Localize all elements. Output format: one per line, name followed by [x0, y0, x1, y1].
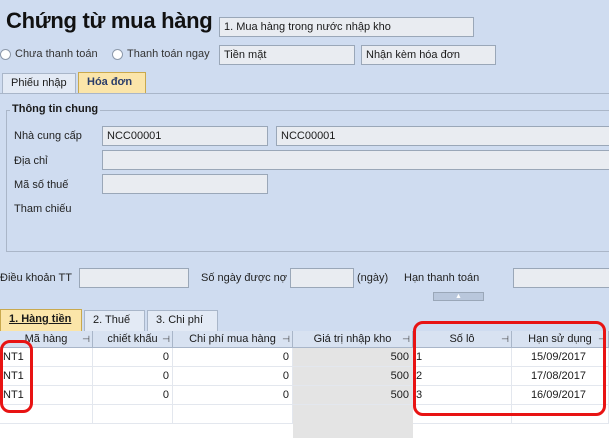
- highlight-item-code-box: [0, 340, 33, 413]
- cell-stock-value: 500: [293, 348, 413, 367]
- col-header-discount[interactable]: chiết khấu ⊣: [93, 331, 173, 348]
- col-header-label: Chi phí mua hàng: [189, 333, 276, 345]
- tab-goods[interactable]: 1. Hàng tiền: [0, 309, 82, 331]
- purchase-type-select[interactable]: 1. Mua hàng trong nước nhập kho: [219, 17, 474, 37]
- address-field[interactable]: [102, 150, 609, 170]
- col-header-stock-value[interactable]: Giá trị nhập kho ⊣: [293, 331, 413, 348]
- pin-icon[interactable]: ⊣: [282, 331, 290, 347]
- tab-receipt[interactable]: Phiếu nhập: [2, 73, 76, 94]
- pin-icon[interactable]: ⊣: [82, 331, 90, 347]
- address-label: Địa chỉ: [14, 155, 48, 167]
- general-info-title: Thông tin chung: [10, 103, 101, 115]
- col-header-label: chiết khấu: [107, 333, 158, 345]
- days-unit-label: (ngày): [357, 272, 389, 284]
- payment-terms-label: Điều khoản TT: [0, 272, 72, 284]
- payment-terms-field[interactable]: [79, 268, 189, 288]
- tab-invoice[interactable]: Hóa đơn: [78, 72, 146, 94]
- cell-purchase-cost[interactable]: 0: [173, 348, 293, 367]
- pin-icon[interactable]: ⊣: [162, 331, 170, 347]
- due-date-label: Hạn thanh toán: [404, 272, 480, 284]
- empty-cell: [173, 405, 293, 424]
- collapse-arrow-icon[interactable]: ▲: [433, 292, 484, 301]
- reference-label: Tham chiếu: [14, 203, 72, 215]
- tab-divider: [0, 93, 609, 94]
- radio-pay-now[interactable]: Thanh toán ngay: [112, 48, 210, 60]
- pin-icon[interactable]: ⊣: [402, 331, 410, 347]
- tab-tax[interactable]: 2. Thuế: [84, 310, 145, 331]
- tax-code-field[interactable]: [102, 174, 268, 194]
- col-header-purchase-cost[interactable]: Chi phí mua hàng ⊣: [173, 331, 293, 348]
- radio-circle-icon: [112, 48, 123, 60]
- tax-code-label: Mã số thuế: [14, 179, 69, 191]
- payment-method-select[interactable]: Tiền mặt: [219, 45, 355, 65]
- highlight-lot-expiry-box: [413, 321, 606, 416]
- page-title: Chứng từ mua hàng: [6, 8, 213, 33]
- cell-purchase-cost[interactable]: 0: [173, 386, 293, 405]
- due-date-field[interactable]: [513, 268, 609, 288]
- supplier-code-field[interactable]: NCC00001: [102, 126, 268, 146]
- cell-purchase-cost[interactable]: 0: [173, 367, 293, 386]
- cell-stock-value: 500: [293, 367, 413, 386]
- radio-circle-icon: [0, 48, 11, 60]
- tab-costs[interactable]: 3. Chi phí: [147, 310, 218, 331]
- debt-days-label: Số ngày được nợ: [201, 272, 288, 284]
- empty-cell: [93, 405, 173, 424]
- cell-discount[interactable]: 0: [93, 386, 173, 405]
- cell-discount[interactable]: 0: [93, 348, 173, 367]
- supplier-label: Nhà cung cấp: [14, 130, 82, 142]
- debt-days-field[interactable]: [290, 268, 354, 288]
- radio-pay-now-label: Thanh toán ngay: [127, 48, 210, 60]
- col-header-label: Giá trị nhập kho: [313, 333, 392, 345]
- invoice-option-select[interactable]: Nhận kèm hóa đơn: [361, 45, 496, 65]
- radio-unpaid-label: Chưa thanh toán: [15, 48, 98, 60]
- radio-unpaid[interactable]: Chưa thanh toán: [0, 48, 98, 60]
- supplier-name-field[interactable]: NCC00001: [276, 126, 609, 146]
- cell-stock-value: 500: [293, 386, 413, 405]
- cell-discount[interactable]: 0: [93, 367, 173, 386]
